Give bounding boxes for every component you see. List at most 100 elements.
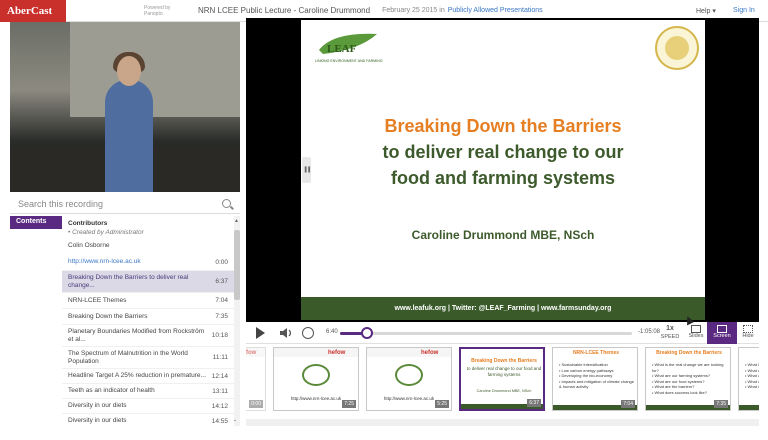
slide-thumbnail[interactable]: • What is • What a • What a • What a • W… xyxy=(738,347,759,411)
rewind-icon[interactable] xyxy=(302,327,314,339)
list-item[interactable]: Diversity in our diets 14:55 xyxy=(62,414,234,426)
list-item-time: 13:11 xyxy=(212,387,228,395)
thumb-logo: hefow xyxy=(421,350,439,356)
thumbnail-scrollbar[interactable] xyxy=(246,419,759,426)
folder-link[interactable]: Publicly Allowed Presentations xyxy=(448,7,543,14)
thumb-author: Caroline Drummond MBE, NSch xyxy=(476,389,532,393)
contents-list: Contributors • Created by Administrator … xyxy=(62,216,234,426)
side-tabs: Contents xyxy=(10,216,62,426)
thumb-bullets: • Sustainable intensification • Low carb… xyxy=(559,362,634,389)
list-item[interactable]: The Spectrum of Malnutrition in the Worl… xyxy=(62,347,234,369)
thumb-logo: hefow xyxy=(246,350,257,356)
collapse-sidebar-handle[interactable]: ▐▐ xyxy=(302,157,311,183)
current-time: 6:40 xyxy=(326,329,338,335)
thumb-logo: hefow xyxy=(328,350,346,356)
contributors-subtitle: • Created by Administrator xyxy=(68,229,144,236)
contents-scrollbar-thumb[interactable] xyxy=(234,230,240,300)
list-item-label: http://www.nrn-lcee.ac.uk xyxy=(68,258,141,265)
hide-label: Hide xyxy=(742,333,754,339)
tab-contents[interactable]: Contents xyxy=(10,216,62,229)
recording-title: NRN LCEE Public Lecture - Caroline Drumm… xyxy=(198,6,371,15)
list-item[interactable]: NRN-LCEE Themes 7:04 xyxy=(62,293,234,309)
volume-icon[interactable] xyxy=(279,327,293,339)
list-item[interactable]: Diversity in our diets 14:12 xyxy=(62,399,234,414)
list-item-time: 10:18 xyxy=(211,332,228,339)
list-item[interactable]: Headline Target A 25% reduction in prema… xyxy=(62,369,234,384)
thumb-title: Breaking Down the Barriers xyxy=(471,358,537,364)
thumb-footer-bar xyxy=(739,405,759,410)
list-item-label: Headline Target A 25% reduction in prema… xyxy=(68,372,206,379)
abercast-logo[interactable]: AberCast xyxy=(0,0,66,22)
contributors-title: Contributors xyxy=(68,220,108,227)
thumb-bullets: • What is • What a • What a • What a • W… xyxy=(745,362,759,389)
slide-footer: www.leafuk.org | Twitter: @LEAF_Farming … xyxy=(301,297,705,320)
contributors-block: Contributors • Created by Administrator … xyxy=(62,216,234,254)
list-item-label: Teeth as an indicator of health xyxy=(68,387,155,394)
thumb-time: 6:37 xyxy=(527,399,541,407)
thumb-time: 7:25 xyxy=(342,400,356,408)
slide-author: Caroline Drummond MBE, NSch xyxy=(411,228,595,242)
search-input[interactable]: Search this recording xyxy=(10,194,240,214)
screen-icon xyxy=(717,325,727,333)
thumb-graphic xyxy=(302,364,330,386)
list-item[interactable]: Breaking Down the Barriers to deliver re… xyxy=(62,271,234,293)
powered-by: Powered by Panopto xyxy=(144,4,171,17)
slide-thumbnail[interactable]: NRN-LCEE Themes • Sustainable intensific… xyxy=(552,347,638,411)
list-item-time: 14:12 xyxy=(211,402,228,410)
list-item-time: 7:35 xyxy=(215,313,228,320)
slide-title-line1: Breaking Down the Barriers xyxy=(384,116,622,136)
list-item[interactable]: Teeth as an indicator of health 13:11 xyxy=(62,384,234,399)
slide-thumbnail-current[interactable]: Breaking Down the Barriers to deliver re… xyxy=(459,347,545,411)
thumb-bullets: • What is the real change we are looking… xyxy=(652,362,724,395)
current-slide: LEAF LINKING ENVIRONMENT AND FARMING Bre… xyxy=(301,20,705,320)
thumb-time: 0:00 xyxy=(249,400,263,408)
slide-thumbnail[interactable]: hefow 0:00 xyxy=(246,347,266,411)
list-item[interactable]: http://www.nrn-lcee.ac.uk 0:00 xyxy=(62,254,234,271)
hide-icon xyxy=(743,325,753,333)
thumb-time: 5:25 xyxy=(435,400,449,408)
thumb-header xyxy=(274,348,358,357)
leaf-logo-text: LINKING ENVIRONMENT AND FARMING xyxy=(315,59,383,63)
list-item[interactable]: Breaking Down the Barriers 7:35 xyxy=(62,309,234,325)
list-item-time: 6:37 xyxy=(215,278,228,285)
slide-thumbnail[interactable]: hefow http://www.nrn-lcee.ac.uk 5:25 xyxy=(366,347,452,411)
leaf-logo: LEAF LINKING ENVIRONMENT AND FARMING xyxy=(315,33,383,63)
list-item-label: Breaking Down the Barriers to deliver re… xyxy=(68,273,189,289)
list-item[interactable]: Planetary Boundaries Modified from Rocks… xyxy=(62,325,234,347)
list-item-time: 7:04 xyxy=(215,297,228,304)
svg-text:LEAF: LEAF xyxy=(327,43,357,55)
help-menu[interactable]: Help ▾ xyxy=(696,7,716,15)
list-item-time: 12:14 xyxy=(211,372,228,380)
search-icon[interactable] xyxy=(222,199,231,208)
slide-title-line2: to deliver real change to our xyxy=(382,142,624,162)
play-icon[interactable] xyxy=(256,327,265,339)
thumb-time: 7:04 xyxy=(621,400,635,408)
progress-handle[interactable] xyxy=(361,327,374,339)
thumb-header xyxy=(367,348,451,357)
slide-title-line3: food and farming systems xyxy=(390,168,616,188)
slide-thumbnail[interactable]: Breaking Down the Barriers • What is the… xyxy=(645,347,731,411)
list-item-label: NRN-LCEE Themes xyxy=(68,296,127,304)
slide-thumbnail[interactable]: hefow http://www.nrn-lcee.ac.uk 7:25 xyxy=(273,347,359,411)
recording-date: February 25 2015 in xyxy=(382,7,445,14)
list-item-time: 14:55 xyxy=(211,417,228,425)
list-item-label: Diversity in our diets xyxy=(68,402,127,409)
scroll-down-icon[interactable]: ⌄ xyxy=(233,417,237,423)
speaker-video[interactable] xyxy=(10,22,240,192)
sign-in-link[interactable]: Sign In xyxy=(733,7,755,14)
contributor-name: Colin Osborne xyxy=(68,242,110,249)
list-item-time: 0:00 xyxy=(215,258,228,266)
list-item-label: Breaking Down the Barriers xyxy=(68,312,148,320)
progress-track[interactable] xyxy=(340,332,632,335)
list-item-label: The Spectrum of Malnutrition in the Worl… xyxy=(68,349,188,365)
slide-thumbnail-strip: hefow 0:00 hefow http://www.nrn-lcee.ac.… xyxy=(246,345,759,419)
scroll-up-icon[interactable]: ▲ xyxy=(234,218,239,224)
thumb-title: NRN-LCEE Themes xyxy=(572,350,620,356)
slides-icon xyxy=(691,325,701,333)
leaf-marque-badge xyxy=(655,26,699,70)
video-speaker-head xyxy=(117,56,141,86)
speed-label: SPEED xyxy=(660,334,680,340)
thumb-time: 7:35 xyxy=(714,400,728,408)
hide-button[interactable]: Hide xyxy=(733,322,763,344)
video-whiteboard xyxy=(70,22,240,117)
